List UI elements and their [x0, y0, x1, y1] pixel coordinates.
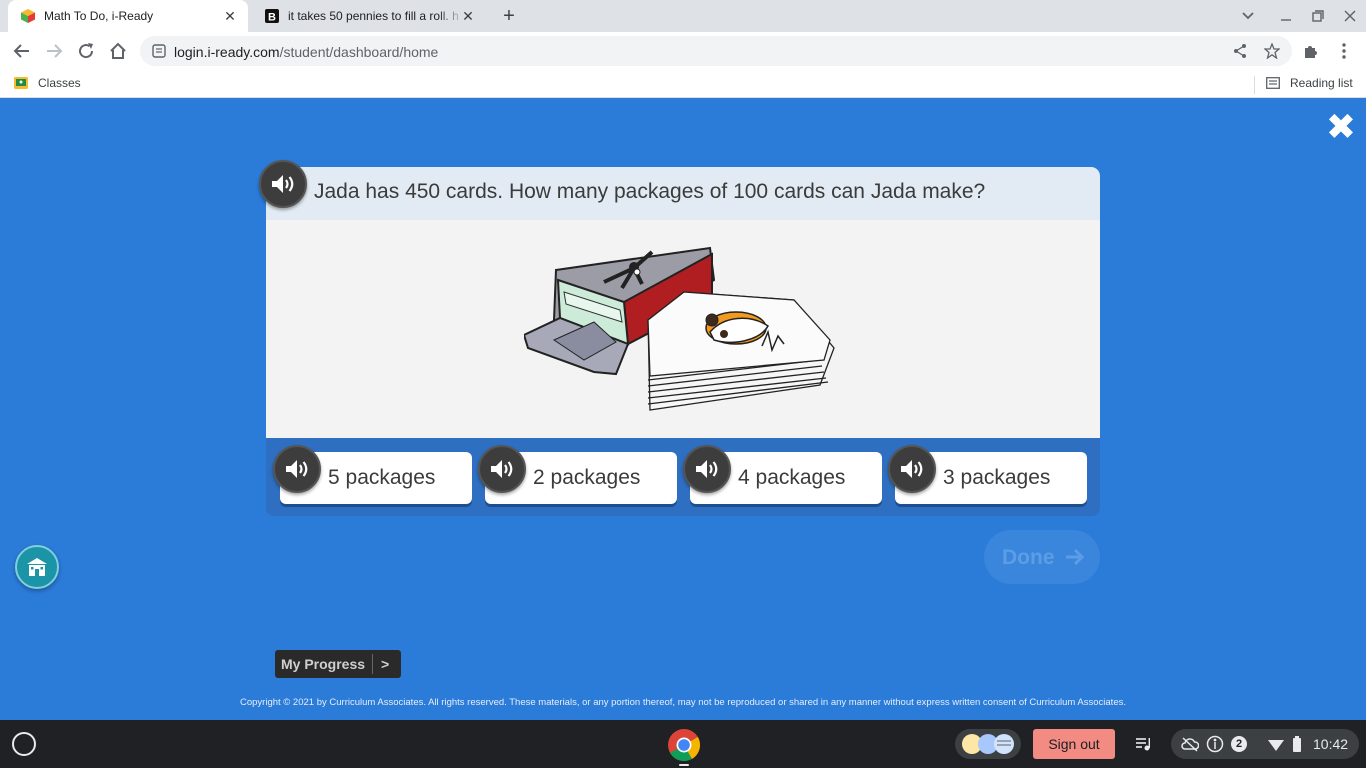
- close-lesson-icon[interactable]: ✖: [1324, 109, 1358, 145]
- brainly-favicon-icon: B: [265, 9, 279, 24]
- back-arrow-icon[interactable]: [12, 41, 32, 61]
- bookmark-label: Classes: [38, 76, 81, 90]
- chrome-browser-icon[interactable]: [667, 728, 701, 762]
- holding-space-tray[interactable]: [955, 729, 1021, 759]
- answer-choices: 5 packages 2 packages 4 packages 3 packa…: [266, 438, 1100, 516]
- reading-list-button[interactable]: Reading list: [1266, 76, 1353, 90]
- answer-2-audio-button[interactable]: [478, 445, 526, 493]
- restore-window-icon[interactable]: [1309, 7, 1327, 25]
- minimize-icon[interactable]: [1277, 7, 1295, 25]
- accessibility-icon: [1206, 735, 1224, 753]
- tray-thumbnails-icon: [962, 734, 1014, 754]
- sign-out-button[interactable]: Sign out: [1033, 729, 1115, 759]
- tab-search-chevron-icon[interactable]: [1239, 7, 1257, 25]
- more-menu-icon[interactable]: [1335, 42, 1353, 60]
- tab-math-to-do[interactable]: Math To Do, i-Ready ✕: [8, 0, 248, 32]
- cloud-sync-off-icon: [1181, 737, 1199, 752]
- bookmark-star-icon[interactable]: [1264, 43, 1280, 59]
- speaker-icon: [696, 460, 718, 478]
- new-tab-plus-icon[interactable]: +: [498, 5, 520, 27]
- battery-icon: [1293, 736, 1301, 752]
- bookmarks-divider: [1254, 76, 1255, 94]
- browser-toolbar: login.i-ready.com/student/dashboard/home: [0, 32, 1366, 70]
- running-app-indicator: [679, 764, 689, 766]
- my-progress-arrow: >: [381, 656, 390, 672]
- share-icon[interactable]: [1232, 43, 1248, 59]
- tab-pennies-search[interactable]: B it takes 50 pennies to fill a roll. h …: [252, 0, 486, 32]
- bookmark-classes[interactable]: Classes: [14, 76, 81, 90]
- tab-title: it takes 50 pennies to fill a roll. h: [288, 9, 459, 23]
- iready-favicon-icon: [21, 9, 35, 23]
- status-area[interactable]: 2 10:42: [1171, 729, 1359, 759]
- clock-time: 10:42: [1313, 736, 1349, 752]
- done-label: Done: [1002, 546, 1055, 569]
- reload-icon[interactable]: [76, 41, 96, 61]
- answer-4-audio-button[interactable]: [888, 445, 936, 493]
- forward-arrow-icon[interactable]: [44, 41, 64, 61]
- google-classroom-icon: [14, 77, 28, 89]
- tab-title: Math To Do, i-Ready: [44, 9, 154, 23]
- question-text: Jada has 450 cards. How many packages of…: [314, 180, 986, 203]
- my-progress-divider: [372, 654, 373, 674]
- answer-3-audio-button[interactable]: [683, 445, 731, 493]
- baseball-cards-illustration: [524, 246, 835, 411]
- speaker-icon: [272, 175, 294, 193]
- bookmarks-bar: Classes Reading list: [0, 70, 1366, 98]
- my-progress-label: My Progress: [281, 656, 366, 672]
- speaker-icon: [901, 460, 923, 478]
- question-audio-button[interactable]: [259, 160, 307, 208]
- speaker-icon: [491, 460, 513, 478]
- question-header: Jada has 450 cards. How many packages of…: [266, 167, 1100, 220]
- close-window-icon[interactable]: [1341, 7, 1359, 25]
- os-shelf: Sign out 2 10:42: [0, 720, 1366, 768]
- answer-label: 3 packages: [943, 466, 1051, 489]
- media-controls-icon[interactable]: [1134, 735, 1152, 753]
- notification-count-badge: 2: [1231, 736, 1247, 752]
- address-bar[interactable]: login.i-ready.com/student/dashboard/home: [140, 36, 1292, 66]
- my-progress-button[interactable]: My Progress >: [275, 650, 401, 678]
- school-building-icon: [27, 558, 47, 576]
- reading-list-icon: [1266, 77, 1280, 89]
- done-button[interactable]: Done: [984, 530, 1100, 584]
- launcher-circle-icon[interactable]: [12, 732, 36, 756]
- answer-label: 2 packages: [533, 466, 641, 489]
- wifi-icon: [1268, 740, 1284, 751]
- svg-text:B: B: [268, 12, 276, 24]
- accessibility-help-button[interactable]: [15, 545, 59, 589]
- url-text: login.i-ready.com/student/dashboard/home: [174, 44, 439, 60]
- reading-list-label: Reading list: [1290, 76, 1353, 90]
- speaker-icon: [286, 460, 308, 478]
- close-tab-icon[interactable]: ✕: [222, 8, 238, 24]
- extensions-puzzle-icon[interactable]: [1302, 42, 1320, 60]
- answer-1-audio-button[interactable]: [273, 445, 321, 493]
- close-tab-icon[interactable]: ✕: [460, 8, 476, 24]
- answer-label: 5 packages: [328, 466, 436, 489]
- copyright-notice: Copyright © 2021 by Curriculum Associate…: [240, 697, 1126, 708]
- answer-label: 4 packages: [738, 466, 846, 489]
- home-icon[interactable]: [108, 41, 128, 61]
- arrow-right-icon: [1066, 548, 1085, 566]
- site-info-icon[interactable]: [152, 44, 166, 58]
- browser-tab-strip: Math To Do, i-Ready ✕ B it takes 50 penn…: [0, 0, 1366, 32]
- question-illustration-area: [266, 220, 1100, 438]
